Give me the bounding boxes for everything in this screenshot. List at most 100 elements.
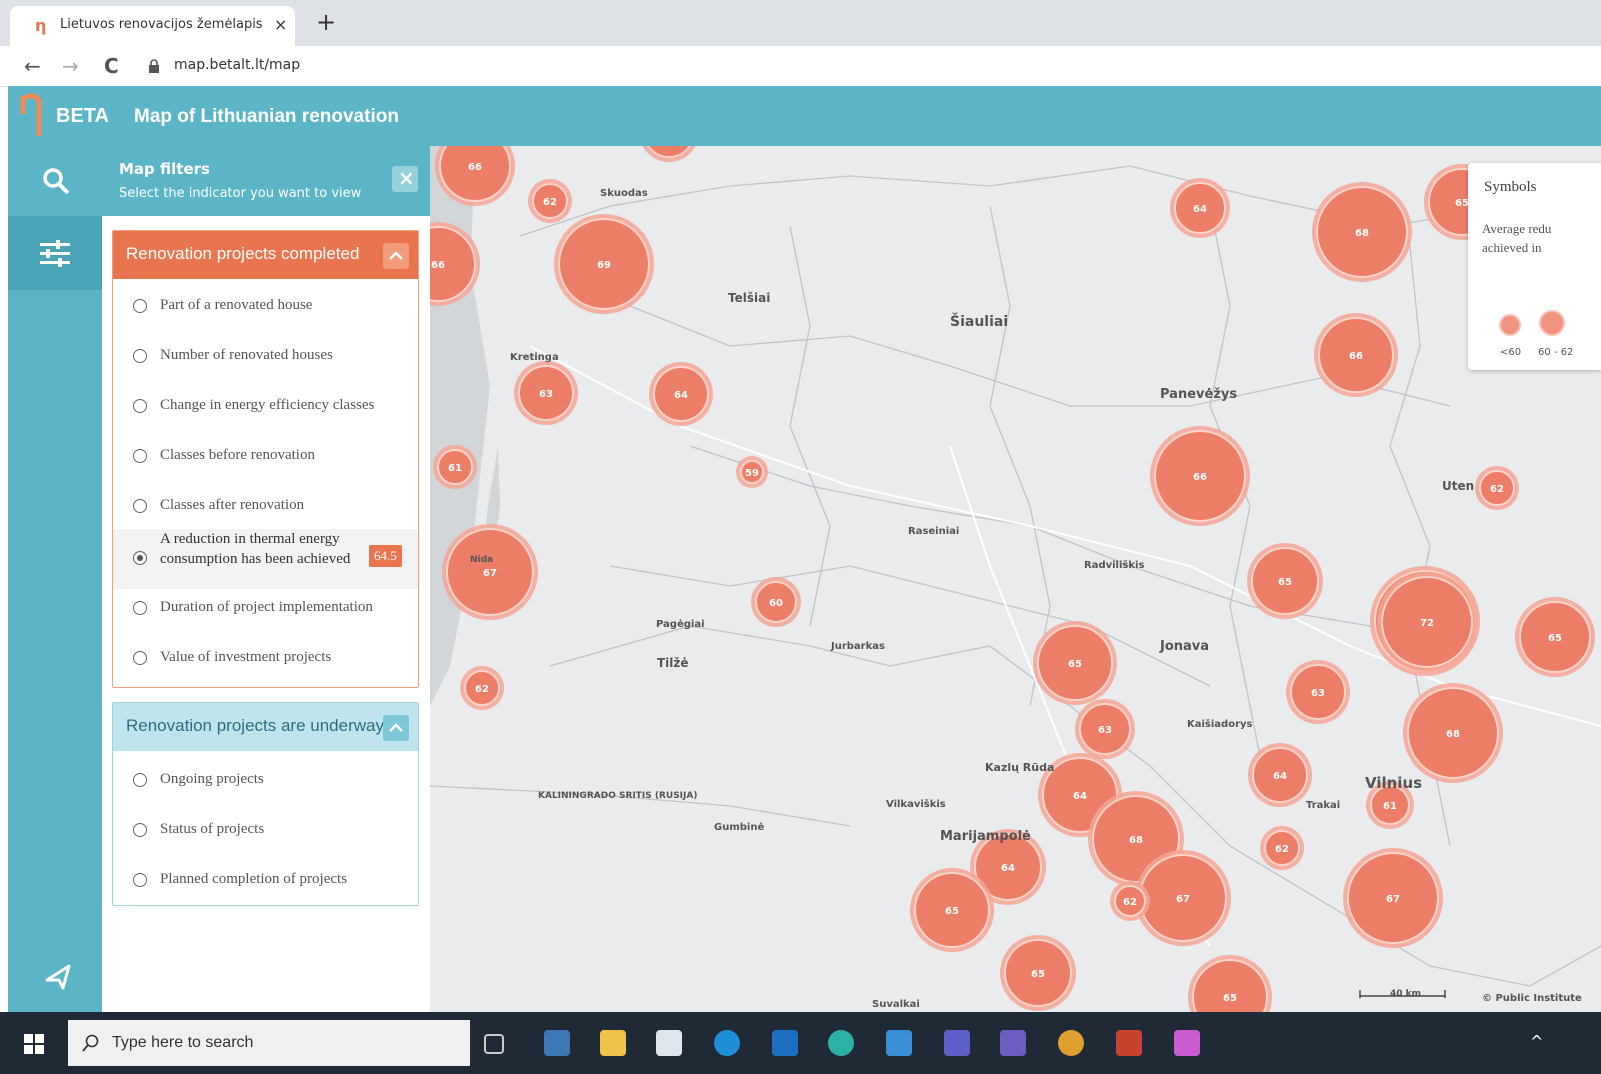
- map-bubble[interactable]: 62: [460, 666, 504, 710]
- bubble-value: 65: [1223, 993, 1237, 1004]
- map-bubble[interactable]: 65: [1000, 935, 1076, 1011]
- map-bubble[interactable]: 62: [528, 179, 572, 223]
- browser-tab[interactable]: η Lietuvos renovacijos žemėlapis ×: [10, 6, 295, 46]
- app-icon-pink[interactable]: [1174, 1030, 1200, 1056]
- option-thermal-reduction[interactable]: A reduction in thermal energy consumptio…: [113, 529, 418, 589]
- task-view-icon[interactable]: [484, 1034, 504, 1054]
- back-button[interactable]: ←: [24, 54, 41, 78]
- beta-favicon-icon: η: [35, 16, 47, 35]
- map-bubble[interactable]: 62: [1110, 881, 1150, 921]
- map-bubble[interactable]: 64: [1248, 743, 1312, 807]
- map-bubble[interactable]: 64: [649, 362, 713, 426]
- map-bubble[interactable]: 60: [751, 577, 801, 627]
- bubble-value: 68: [1129, 835, 1143, 846]
- chrome-icon[interactable]: [1058, 1030, 1084, 1056]
- close-icon[interactable]: ×: [398, 166, 415, 190]
- map-bubble[interactable]: 64: [1170, 178, 1230, 238]
- map-bubble[interactable]: 69: [554, 214, 654, 314]
- map-bubble[interactable]: 61: [433, 445, 477, 489]
- navigation-arrow-icon: [45, 964, 71, 990]
- map-bubble[interactable]: 63: [514, 361, 578, 425]
- legend-panel: Symbols Average redu achieved in <60 60 …: [1468, 163, 1601, 370]
- bubble-value: 72: [1420, 618, 1434, 629]
- url-field[interactable]: map.betalt.lt/map: [174, 57, 300, 73]
- app-icon-media[interactable]: [544, 1030, 570, 1056]
- group-completed-header[interactable]: Renovation projects completed: [113, 231, 418, 279]
- map-canvas[interactable]: 6167696763626564666366626564606766696864…: [430, 146, 1601, 1012]
- taskbar-search-box[interactable]: Type here to search: [68, 1020, 470, 1066]
- app-icon-purple[interactable]: [1000, 1030, 1026, 1056]
- map-bubble[interactable]: 63: [1286, 660, 1350, 724]
- place-label-kaisiadorys: Kaišiadorys: [1187, 718, 1253, 730]
- map-bubble[interactable]: 65: [1188, 955, 1272, 1012]
- filter-panel-subtitle: Select the indicator you want to view: [119, 186, 362, 201]
- forward-button[interactable]: →: [62, 54, 79, 78]
- legend-bin-label: <60: [1500, 347, 1521, 358]
- bubble-value: 64: [1001, 863, 1015, 874]
- group-underway-header[interactable]: Renovation projects are underway: [113, 703, 418, 751]
- bubble-value: 60: [769, 598, 783, 609]
- bubble-value: 61: [448, 463, 462, 474]
- reload-button[interactable]: C: [104, 54, 119, 78]
- locate-button[interactable]: [8, 946, 102, 1006]
- place-label-vilnius: Vilnius: [1365, 774, 1422, 792]
- map-bubble[interactable]: 65: [1515, 597, 1595, 677]
- bubble-value: 63: [539, 389, 553, 400]
- place-label-suvalkai: Suvalkai: [872, 999, 920, 1010]
- tab-close-icon[interactable]: ×: [274, 15, 287, 34]
- map-bubble[interactable]: 67: [442, 524, 538, 620]
- collapse-group-button[interactable]: [383, 243, 409, 269]
- edge-icon[interactable]: [828, 1030, 854, 1056]
- map-bubble[interactable]: 59: [736, 456, 768, 488]
- powerpoint-icon[interactable]: [1116, 1030, 1142, 1056]
- bubble-value: 65: [1455, 198, 1469, 209]
- map-bubble[interactable]: 65: [1247, 543, 1323, 619]
- place-label-raseiniai: Raseiniai: [908, 526, 959, 537]
- place-label-vilkaviskis: Vilkaviškis: [886, 798, 946, 810]
- left-rail: [8, 146, 102, 1012]
- brand-name: BETA: [56, 105, 109, 127]
- tray-chevron-icon[interactable]: ^: [1530, 1032, 1543, 1051]
- place-label-kretinga: Kretinga: [510, 352, 559, 363]
- new-tab-button[interactable]: +: [316, 8, 336, 36]
- beta-logo-icon: [20, 93, 42, 136]
- windows-start-icon[interactable]: [24, 1034, 44, 1054]
- map-bubble[interactable]: 66: [1314, 313, 1398, 397]
- app-icon-blue[interactable]: [886, 1030, 912, 1056]
- map-bubble[interactable]: 67: [1343, 848, 1443, 948]
- map-bubble[interactable]: 72: [1377, 572, 1477, 672]
- skype-icon[interactable]: [714, 1030, 740, 1056]
- collapse-group-button[interactable]: [383, 715, 409, 741]
- bubble-value: 65: [1278, 577, 1292, 588]
- browser-tab-bar: η Lietuvos renovacijos žemėlapis × +: [0, 0, 1601, 46]
- group-underway-title: Renovation projects are underway: [126, 716, 384, 735]
- bubble-value: 68: [1355, 228, 1369, 239]
- map-bubble[interactable]: 66: [1150, 426, 1250, 526]
- app-header: BETA Map of Lithuanian renovation: [8, 86, 1601, 146]
- map-bubble[interactable]: 68: [1403, 683, 1503, 783]
- place-label-skuodas: Skuodas: [600, 188, 648, 199]
- search-button[interactable]: [8, 146, 102, 216]
- bubble-value: 68: [1446, 729, 1460, 740]
- map-svg[interactable]: 6167696763626564666366626564606766696864…: [430, 146, 1601, 1012]
- place-label-attribution: © Public Institute: [1482, 993, 1582, 1004]
- map-bubble[interactable]: 65: [1033, 621, 1117, 705]
- bubble-value: 65: [1031, 969, 1045, 980]
- map-bubble[interactable]: 65: [910, 868, 994, 952]
- file-explorer-icon[interactable]: [600, 1030, 626, 1056]
- filters-button[interactable]: [8, 216, 102, 290]
- outlook-icon[interactable]: [772, 1030, 798, 1056]
- legend-bins: <60 60 - 62: [1499, 310, 1573, 358]
- group-underway: Renovation projects are underway Ongoing…: [112, 702, 419, 906]
- map-bubble[interactable]: 62: [1260, 826, 1304, 870]
- map-bubble[interactable]: 68: [1312, 182, 1412, 282]
- store-icon[interactable]: [656, 1030, 682, 1056]
- bubble-value: 64: [1193, 204, 1207, 215]
- windows-taskbar: Type here to search ^: [0, 1012, 1601, 1074]
- page-title: Map of Lithuanian renovation: [134, 106, 399, 127]
- bubble-value: 64: [674, 390, 688, 401]
- map-bubble[interactable]: 63: [1075, 699, 1135, 759]
- map-bubble[interactable]: 62: [1475, 466, 1519, 510]
- map-bubble[interactable]: 62: [639, 146, 699, 162]
- teams-icon[interactable]: [944, 1030, 970, 1056]
